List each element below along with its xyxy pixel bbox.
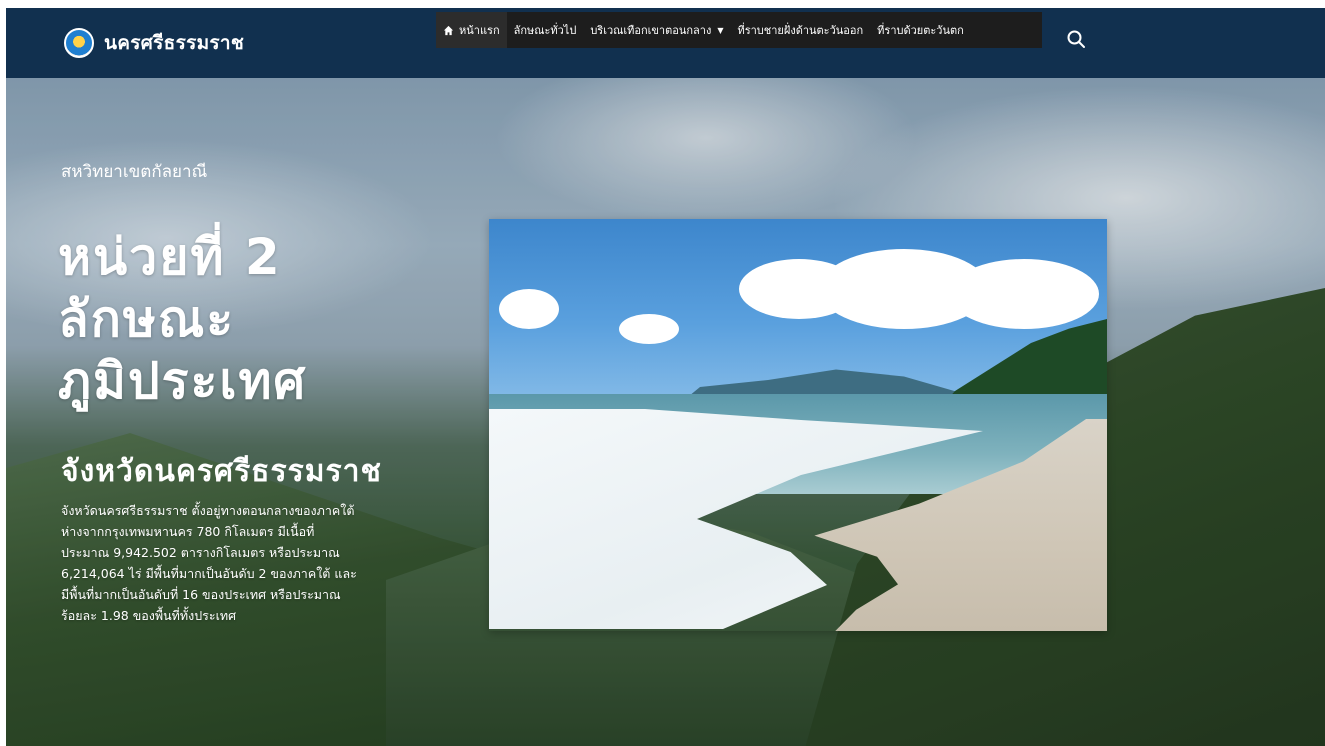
nav-item-central-range[interactable]: บริเวณเทือกเขาตอนกลาง ▼: [583, 12, 730, 48]
main-menu: หน้าแรก ลักษณะทั่วไป บริเวณเทือกเขาตอนกล…: [436, 12, 1042, 48]
nav-item-home[interactable]: หน้าแรก: [436, 12, 507, 48]
nav-item-general[interactable]: ลักษณะทั่วไป: [507, 12, 584, 48]
nav-item-label: ที่ราบชายฝั่งด้านตะวันออก: [737, 24, 864, 37]
nav-item-west-plain[interactable]: ที่ราบด้วยตะวันตก: [870, 12, 971, 48]
brand-name: นครศรีธรรมราช: [104, 32, 245, 54]
nav-item-label: หน้าแรก: [459, 24, 500, 37]
search-button[interactable]: [1061, 26, 1091, 56]
nav-item-label: บริเวณเทือกเขาตอนกลาง: [590, 24, 712, 37]
caret-down-icon: ▼: [717, 25, 724, 35]
hero-subtitle: สหวิทยาเขตกัลยาณี: [61, 162, 208, 182]
photo-cloud: [949, 259, 1099, 329]
photo-cloud: [499, 289, 559, 329]
hero-title: หน่วยที่ 2 ลักษณะ ภูมิประเทศ: [58, 226, 458, 412]
page-border-top: [0, 0, 1325, 8]
search-icon: [1066, 29, 1086, 53]
nav-item-label: ลักษณะทั่วไป: [513, 24, 577, 37]
home-icon: [443, 25, 454, 36]
nav-item-label: ที่ราบด้วยตะวันตก: [877, 24, 964, 37]
beach-photo: [489, 219, 1107, 631]
hero-description: จังหวัดนครศรีธรรมราช ตั้งอยู่ทางตอนกลางข…: [61, 503, 357, 623]
nav-item-east-coast[interactable]: ที่ราบชายฝั่งด้านตะวันออก: [730, 12, 870, 48]
navbar: นครศรีธรรมราช หน้าแรก ลักษณะทั่วไป บริเว…: [6, 8, 1325, 78]
hero-title-line: ลักษณะ: [58, 290, 236, 348]
photo-cloud: [619, 314, 679, 344]
hero-title-line: ภูมิประเทศ: [58, 352, 308, 410]
page-frame: นครศรีธรรมราช หน้าแรก ลักษณะทั่วไป บริเว…: [6, 8, 1325, 746]
hero-province: จังหวัดนครศรีธรรมราช: [61, 454, 382, 489]
hero-title-line: หน่วยที่ 2: [58, 228, 282, 286]
brand-logo-icon: [64, 28, 94, 58]
brand[interactable]: นครศรีธรรมราช: [64, 26, 244, 60]
